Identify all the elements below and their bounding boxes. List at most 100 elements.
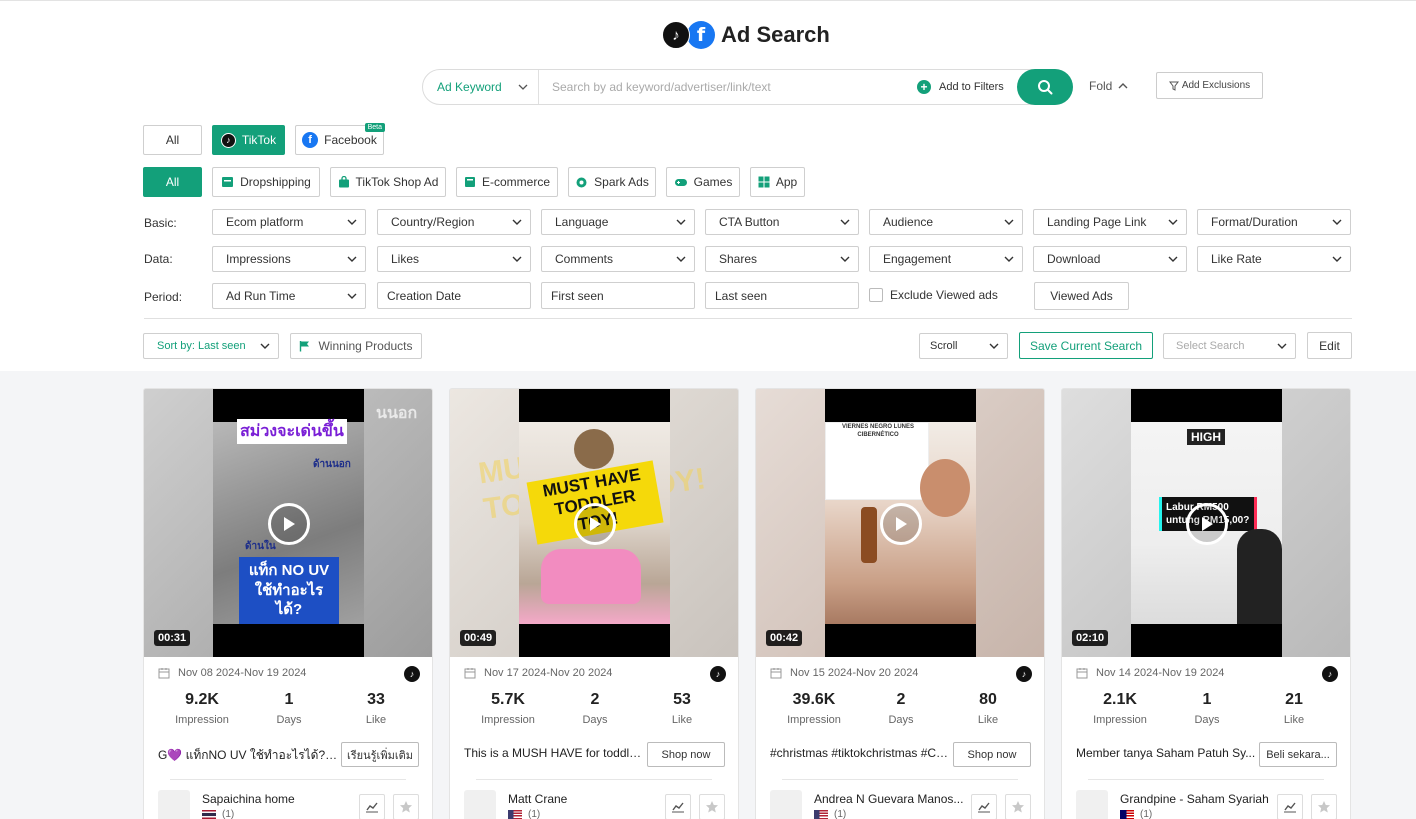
search-input[interactable] [539,70,899,104]
chevron-down-icon [1332,219,1342,225]
filter-like-rate[interactable]: Like Rate [1197,246,1351,272]
ad-video-thumbnail[interactable]: HIGH Labur RM500 untung RM15,00? 02:10 [1062,389,1350,657]
video-duration: 00:49 [460,630,497,646]
filter-format-duration[interactable]: Format/Duration [1197,209,1351,235]
advertiser-avatar[interactable] [1076,790,1108,819]
ad-description: Member tanya Saham Patuh Sy... [1076,746,1256,760]
ad-card[interactable]: HIGH Labur RM500 untung RM15,00? 02:10 N… [1061,388,1351,819]
first-seen-field[interactable]: First seen [541,282,695,309]
filter-audience[interactable]: Audience [869,209,1023,235]
advertiser-avatar[interactable] [158,790,190,819]
filter-ecom-platform[interactable]: Ecom platform [212,209,366,235]
serum-bottle [861,507,877,563]
days-stat: 2 Days [551,691,639,726]
filter-cta-button[interactable]: CTA Button [705,209,859,235]
play-icon[interactable] [1186,503,1228,545]
favorite-button[interactable] [1311,794,1337,819]
analytics-button[interactable] [359,794,385,819]
advertiser-name[interactable]: Matt Crane [508,792,658,806]
filter-country-region[interactable]: Country/Region [377,209,531,235]
analytics-button[interactable] [971,794,997,819]
exclude-viewed-checkbox[interactable]: Exclude Viewed ads [869,288,998,302]
ad-video-thumbnail[interactable]: MUST HAVE TODDLER TOY! MUST HAVE TODDLER… [450,389,738,657]
fold-toggle[interactable]: Fold [1089,79,1128,93]
category-all-chip[interactable]: All [143,167,202,197]
filter-landing-page-link[interactable]: Landing Page Link [1033,209,1187,235]
platform-tiktok-tab[interactable]: ♪ TikTok [212,125,285,155]
platform-all-label: All [165,133,180,147]
analytics-button[interactable] [1277,794,1303,819]
impression-value: 9.2K [185,691,219,708]
sort-select[interactable]: Sort by: Last seen [143,333,279,359]
search-type-select[interactable]: Ad Keyword [423,70,539,104]
advertiser-name[interactable]: Sapaichina home [202,792,352,806]
filter-download[interactable]: Download [1033,246,1187,272]
cta-button[interactable]: Beli sekara... [1259,742,1337,767]
days-label: Days [1194,714,1220,726]
scroll-mode-select[interactable]: Scroll [919,333,1008,359]
filter-ad-run-time[interactable]: Ad Run Time [212,283,366,309]
like-value: 21 [1285,691,1303,708]
cta-button[interactable]: เรียนรู้เพิ่มเติม [341,742,419,767]
advertiser-avatar[interactable] [770,790,802,819]
ad-video-thumbnail[interactable]: นนอก สม่วงจะเด่นขึ้น ด้านนอก ด้านใน แท็ก… [144,389,432,657]
ad-card[interactable]: นนอก สม่วงจะเด่นขึ้น ด้านนอก ด้านใน แท็ก… [143,388,433,819]
add-to-filters-label: Add to Filters [939,81,1004,93]
dropdown-label: Comments [555,252,614,266]
favorite-button[interactable] [1005,794,1031,819]
ad-card[interactable]: MUST HAVE TODDLER TOY! MUST HAVE TODDLER… [449,388,739,819]
person-face [920,459,970,517]
edit-button[interactable]: Edit [1307,332,1352,359]
filter-engagement[interactable]: Engagement [869,246,1023,272]
category-games-chip[interactable]: Games [666,167,740,197]
like-label: Like [1283,714,1305,726]
play-icon[interactable] [880,503,922,545]
play-icon[interactable] [574,503,616,545]
ad-card[interactable]: VIERNES NEGRO LUNES CIBERNÉTICO 00:42 No… [755,388,1045,819]
star-icon [1012,801,1024,813]
checkbox-box[interactable] [869,288,883,302]
impression-label: Impression [175,714,229,726]
ad-video-thumbnail[interactable]: VIERNES NEGRO LUNES CIBERNÉTICO 00:42 [756,389,1044,657]
category-ecommerce-chip[interactable]: E-commerce [456,167,558,197]
advertiser-name[interactable]: Grandpine - Saham Syariah [1120,792,1270,806]
platform-facebook-tab[interactable]: f Facebook Beta [295,123,385,155]
ad-count: (1) [834,809,847,819]
category-app-chip[interactable]: App [750,167,805,197]
category-tiktok-shop-chip[interactable]: TikTok Shop Ad [330,167,446,197]
advertiser-name[interactable]: Andrea N Guevara Manos... [814,792,964,806]
select-search-dropdown[interactable]: Select Search [1163,333,1296,359]
filter-impressions[interactable]: Impressions [212,246,366,272]
search-button[interactable] [1017,69,1073,105]
add-exclusions-button[interactable]: Add Exclusions [1156,72,1263,99]
favorite-button[interactable] [393,794,419,819]
filter-shares[interactable]: Shares [705,246,859,272]
last-seen-field[interactable]: Last seen [705,282,859,309]
add-to-filters-button[interactable]: + Add to Filters [917,80,1004,94]
category-spark-ads-chip[interactable]: Spark Ads [568,167,656,197]
platform-all-tab[interactable]: All [143,125,202,155]
favorite-button[interactable] [699,794,725,819]
viewed-ads-label: Viewed Ads [1050,289,1113,303]
impression-label: Impression [787,714,841,726]
advertiser-region: (1) [508,809,540,819]
usa-flag-icon [814,810,828,819]
filter-language[interactable]: Language [541,209,695,235]
ad-count: (1) [528,809,541,819]
cta-label: Beli sekara... [1266,748,1330,761]
filter-comments[interactable]: Comments [541,246,695,272]
filter-likes[interactable]: Likes [377,246,531,272]
cta-button[interactable]: Shop now [953,742,1031,767]
play-icon[interactable] [268,503,310,545]
category-dropshipping-chip[interactable]: Dropshipping [212,167,320,197]
advertiser-avatar[interactable] [464,790,496,819]
save-current-search-button[interactable]: Save Current Search [1019,332,1153,359]
calendar-icon [1076,668,1088,679]
viewed-ads-button[interactable]: Viewed Ads [1034,282,1129,310]
analytics-button[interactable] [665,794,691,819]
card-divider [782,779,1018,780]
creation-date-field[interactable]: Creation Date [377,282,531,309]
winning-products-button[interactable]: Winning Products [290,333,422,359]
dropdown-label: CTA Button [719,215,780,229]
cta-button[interactable]: Shop now [647,742,725,767]
